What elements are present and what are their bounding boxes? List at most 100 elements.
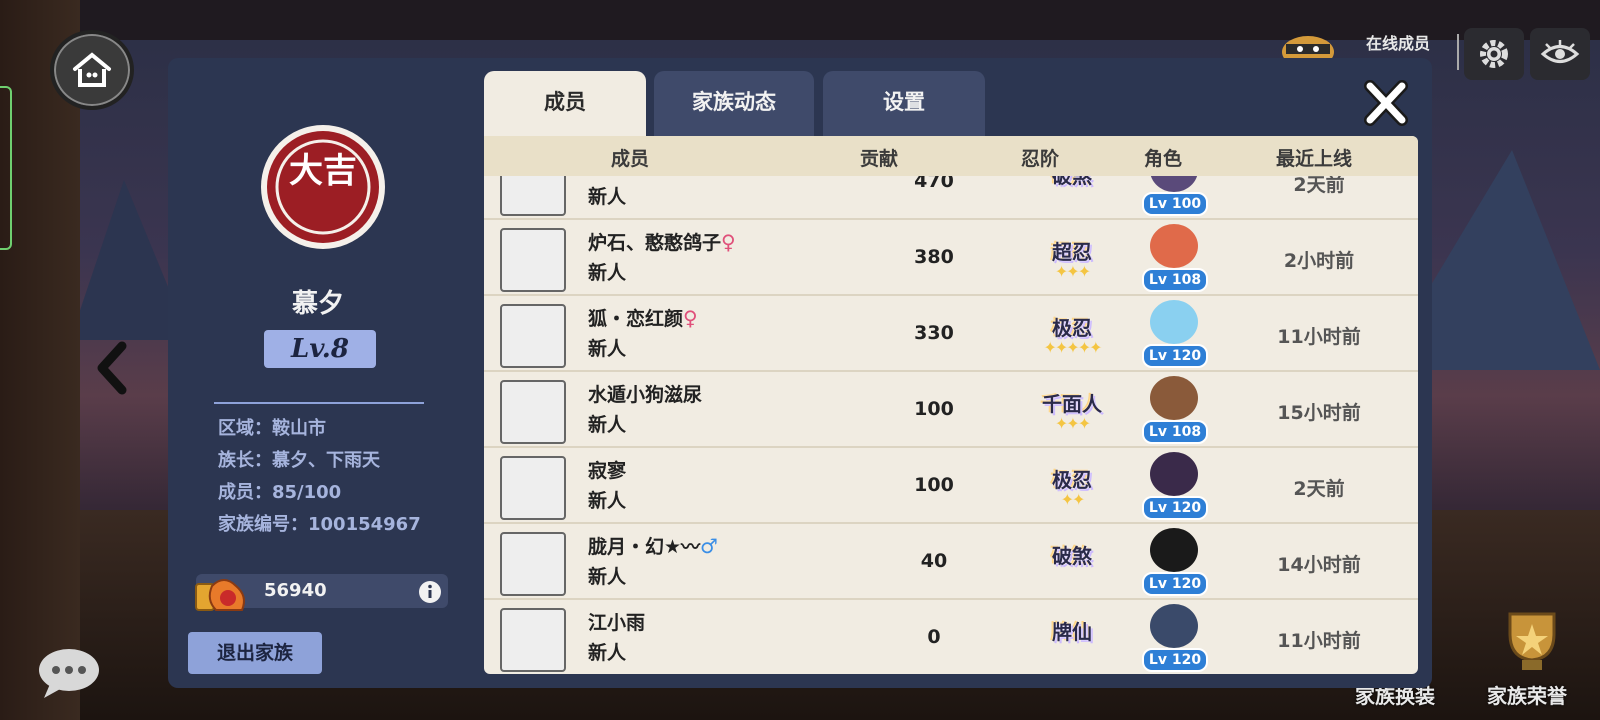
member-contribution: 100 [914, 474, 954, 496]
member-role: 新人 [588, 414, 627, 436]
view-toggle-button[interactable] [1530, 28, 1590, 80]
table-row[interactable]: 胧月・幻★〰♂ 新人 40 破煞 Lv 120 14小时前 [484, 524, 1418, 600]
divider-line [214, 402, 424, 404]
character-icon [1150, 224, 1198, 268]
rank-badge: 牌仙 [1052, 620, 1092, 644]
character-level: Lv 120 [1142, 648, 1208, 672]
character-level: Lv 108 [1142, 268, 1208, 292]
member-role: 新人 [588, 566, 627, 588]
family-id-info: 家族编号：100154967 [218, 514, 421, 535]
header-character[interactable]: 角色 [1144, 144, 1182, 171]
rank-stars: ✦✦✦ [1054, 414, 1091, 433]
character-level: Lv 120 [1142, 572, 1208, 596]
member-name: 狐・恋红颜♀ [588, 306, 698, 330]
character-level: Lv 100 [1142, 192, 1208, 216]
members-info: 成员：85/100 [218, 482, 342, 503]
table-row[interactable]: 炉石、憨憨鸽子♀ 新人 380 超忍 ✦✦✦ Lv 108 2小时前 [484, 220, 1418, 296]
member-avatar[interactable] [500, 532, 566, 596]
member-contribution: 100 [914, 398, 954, 420]
member-role: 新人 [588, 262, 627, 284]
family-honor-label[interactable]: 家族荣誉 [1487, 680, 1567, 709]
emblem-text: 大吉 [289, 151, 357, 191]
exit-family-button[interactable]: 退出家族 [188, 632, 322, 674]
member-role: 新人 [588, 490, 627, 512]
header-member[interactable]: 成员 [611, 144, 649, 171]
chevron-left-icon[interactable] [92, 340, 132, 396]
leader-info: 族长：慕夕、下雨天 [218, 450, 380, 471]
home-icon [73, 52, 111, 87]
tab-members[interactable]: 成员 [484, 71, 646, 137]
tab-family-activity[interactable]: 家族动态 [654, 71, 814, 137]
table-row[interactable]: 新人 470 破煞 Lv 100 2天前 [484, 176, 1418, 220]
member-contribution: 470 [914, 176, 954, 192]
rank-stars: ✦✦✦ [1054, 262, 1091, 281]
header-contribution[interactable]: 贡献 [860, 144, 898, 171]
rank-stars: ✦✦✦✦✦ [1043, 338, 1102, 357]
member-avatar[interactable] [500, 228, 566, 292]
character-icon [1150, 376, 1198, 420]
character-level: Lv 120 [1142, 344, 1208, 368]
family-emblem: 大吉 [261, 125, 385, 249]
member-avatar[interactable] [500, 380, 566, 444]
character-icon [1150, 528, 1198, 572]
table-row[interactable]: 水遁小狗滋尿 新人 100 千面人 ✦✦✦ Lv 108 15小时前 [484, 372, 1418, 448]
member-name: 江小雨 [588, 612, 646, 634]
male-icon: ♂ [700, 534, 718, 558]
member-table: 成员 贡献 忍阶 角色 最近上线 新人 470 破煞 Lv 100 2天前 炉石… [484, 136, 1418, 674]
trophy-icon[interactable] [1492, 606, 1572, 676]
close-icon[interactable] [1362, 80, 1410, 126]
gear-icon [1480, 40, 1508, 68]
character-level: Lv 120 [1142, 496, 1208, 520]
member-avatar[interactable] [500, 456, 566, 520]
side-panel-edge[interactable] [0, 86, 12, 250]
character-icon [1150, 300, 1198, 344]
tab-settings[interactable]: 设置 [823, 71, 985, 137]
coin-bag-icon [195, 579, 245, 611]
female-icon: ♀ [683, 306, 698, 330]
member-name: 炉石、憨憨鸽子♀ [588, 230, 736, 254]
member-avatar[interactable] [500, 304, 566, 368]
online-members-label: 在线成员 [1366, 34, 1431, 53]
family-level-badge: Lv.8 [264, 330, 376, 368]
rank-badge: 破煞 [1052, 544, 1092, 568]
last-online: 14小时前 [1277, 554, 1361, 576]
member-avatar[interactable] [500, 176, 566, 216]
table-row[interactable]: 江小雨 新人 0 牌仙 Lv 120 11小时前 [484, 600, 1418, 674]
header-rank[interactable]: 忍阶 [1021, 144, 1059, 171]
chat-icon[interactable] [36, 646, 102, 700]
last-online: 2天前 [1293, 478, 1345, 500]
table-row[interactable]: 寂寥 新人 100 极忍 ✦✦ Lv 120 2天前 [484, 448, 1418, 524]
divider [1457, 34, 1459, 70]
member-contribution: 380 [914, 246, 954, 268]
region-info: 区域：鞍山市 [218, 418, 326, 439]
member-name: 水遁小狗滋尿 [588, 384, 703, 406]
settings-button[interactable] [1464, 28, 1524, 80]
family-name: 慕夕 [291, 289, 344, 319]
rank-badge: 破煞 [1052, 176, 1092, 188]
character-icon [1150, 452, 1198, 496]
last-online: 2小时前 [1283, 250, 1355, 272]
member-name: 胧月・幻★〰♂ [588, 534, 718, 558]
last-online: 11小时前 [1277, 326, 1361, 348]
member-role: 新人 [588, 642, 627, 664]
member-role: 新人 [588, 338, 627, 360]
member-avatar[interactable] [500, 608, 566, 672]
home-button[interactable] [50, 30, 134, 110]
funds-value: 56940 [264, 580, 327, 601]
table-row[interactable]: 狐・恋红颜♀ 新人 330 极忍 ✦✦✦✦✦ Lv 120 11小时前 [484, 296, 1418, 372]
table-header: 成员 贡献 忍阶 角色 最近上线 [484, 136, 1418, 176]
character-level: Lv 108 [1142, 420, 1208, 444]
header-last-online[interactable]: 最近上线 [1276, 144, 1352, 171]
member-name: 寂寥 [588, 460, 627, 482]
member-list[interactable]: 新人 470 破煞 Lv 100 2天前 炉石、憨憨鸽子♀ 新人 380 超忍 … [484, 176, 1418, 674]
member-contribution: 330 [914, 322, 954, 344]
rank-stars: ✦✦ [1060, 490, 1086, 509]
last-online: 15小时前 [1277, 402, 1361, 424]
last-online: 2天前 [1293, 176, 1345, 196]
member-contribution: 0 [927, 626, 941, 648]
eye-icon [1540, 40, 1580, 63]
member-role: 新人 [588, 186, 627, 208]
female-icon: ♀ [721, 230, 736, 254]
info-icon[interactable] [418, 580, 442, 604]
character-icon [1150, 176, 1198, 192]
